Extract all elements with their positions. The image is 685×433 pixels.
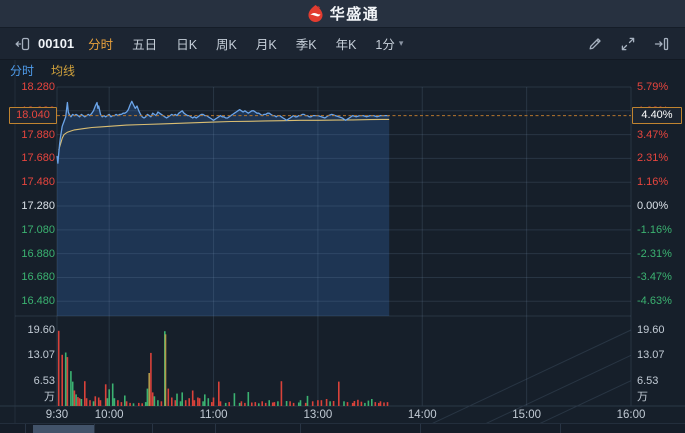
toolbar-right-icons <box>585 34 671 54</box>
scrollbar-divider <box>152 424 153 433</box>
tab-yearly-k[interactable]: 年K <box>336 34 357 53</box>
price-axis-label: 17.480 <box>21 176 55 189</box>
pct-axis-label: -1.16% <box>637 223 672 236</box>
chart-scrollbar[interactable] <box>0 423 685 433</box>
scrollbar-divider <box>215 424 216 433</box>
scrollbar-divider <box>94 424 95 433</box>
time-axis-label: 11:00 <box>199 409 228 421</box>
volume-axis-label: 19.60 <box>637 324 665 336</box>
time-axis-label: 15:00 <box>512 409 542 421</box>
intraday-chart-canvas[interactable] <box>0 60 685 433</box>
tab-monthly-k[interactable]: 月K <box>256 34 277 53</box>
pct-axis-label: -4.63% <box>637 295 672 308</box>
volume-axis-label: 13.07 <box>637 349 665 362</box>
time-axis-label: 13:00 <box>303 409 333 421</box>
tab-daily-k[interactable]: 日K <box>176 34 197 53</box>
volume-axis-label: 19.60 <box>27 324 55 336</box>
price-axis-label: 17.880 <box>21 128 55 141</box>
period-tabs: 分时 五日 日K 周K 月K 季K 年K <box>88 34 356 53</box>
time-axis-label: 14:00 <box>407 409 437 421</box>
pct-axis-label: -2.31% <box>637 247 672 260</box>
fullscreen-icon[interactable] <box>618 34 638 54</box>
pct-axis-label: 0.00% <box>637 200 669 213</box>
legend-item-average-line[interactable]: 均线 <box>51 62 75 79</box>
volume-axis-label: 6.53 <box>33 374 55 387</box>
interval-label: 1分 <box>375 38 395 52</box>
interval-select[interactable]: 1分 ▾ <box>375 34 403 53</box>
price-axis-label: 17.080 <box>21 223 55 236</box>
app-logo: 华盛通 <box>306 3 380 24</box>
pct-axis-label: 5.79% <box>637 81 669 93</box>
tab-quarterly-k[interactable]: 季K <box>296 34 317 53</box>
chevron-down-icon: ▾ <box>398 38 404 48</box>
price-axis-label: 18.280 <box>21 81 55 93</box>
price-axis-label: 16.480 <box>21 295 55 308</box>
pct-axis-label: 1.16% <box>637 176 669 189</box>
tab-weekly-k[interactable]: 周K <box>216 34 237 53</box>
tab-5day[interactable]: 五日 <box>132 34 157 53</box>
volume-axis-label: 6.53 <box>637 374 659 387</box>
time-axis-label: 10:00 <box>94 409 124 421</box>
pct-axis-label: 3.47% <box>637 128 669 141</box>
app-title: 华盛通 <box>329 6 380 23</box>
trading-app-window: 华盛通 00101 分时 五日 日K 周K 月K 季K 年K 1分 ▾ 分时 均… <box>0 0 685 433</box>
scrollbar-divider <box>560 424 561 433</box>
scrollbar-thumb[interactable] <box>33 425 94 433</box>
price-axis-label: 17.680 <box>21 152 55 165</box>
time-axis-label: 16:00 <box>616 409 646 421</box>
collapse-quote-panel-icon[interactable] <box>12 34 32 54</box>
scrollbar-divider <box>25 424 26 433</box>
expand-panel-right-icon[interactable] <box>651 34 671 54</box>
volume-unit-label: 万 <box>637 391 648 403</box>
volume-unit-label: 万 <box>44 391 55 403</box>
scrollbar-divider <box>420 424 421 433</box>
volume-axis-label: 13.07 <box>27 349 55 362</box>
logo-flame-icon <box>308 4 323 23</box>
price-axis-label: 16.680 <box>21 271 55 284</box>
chart-area[interactable]: 分时 均线 18.040 4.40% 18.28018.08017.88017.… <box>0 60 685 433</box>
stock-code: 00101 <box>38 36 75 51</box>
app-header: 华盛通 <box>0 0 685 28</box>
current-change-badge: 4.40% <box>632 107 682 124</box>
time-axis-label: 9:30 <box>45 409 69 421</box>
legend-item-minute-line[interactable]: 分时 <box>10 62 34 79</box>
price-axis-label: 17.280 <box>21 200 55 213</box>
current-price-badge: 18.040 <box>9 107 57 124</box>
chart-toolbar: 00101 分时 五日 日K 周K 月K 季K 年K 1分 ▾ <box>0 28 685 60</box>
pct-axis-label: -3.47% <box>637 271 672 284</box>
draw-pencil-icon[interactable] <box>585 34 605 54</box>
price-axis-label: 16.880 <box>21 247 55 260</box>
chart-legend: 分时 均线 <box>10 62 75 79</box>
scrollbar-divider <box>300 424 301 433</box>
pct-axis-label: 2.31% <box>637 152 669 165</box>
tab-minute[interactable]: 分时 <box>88 34 113 53</box>
